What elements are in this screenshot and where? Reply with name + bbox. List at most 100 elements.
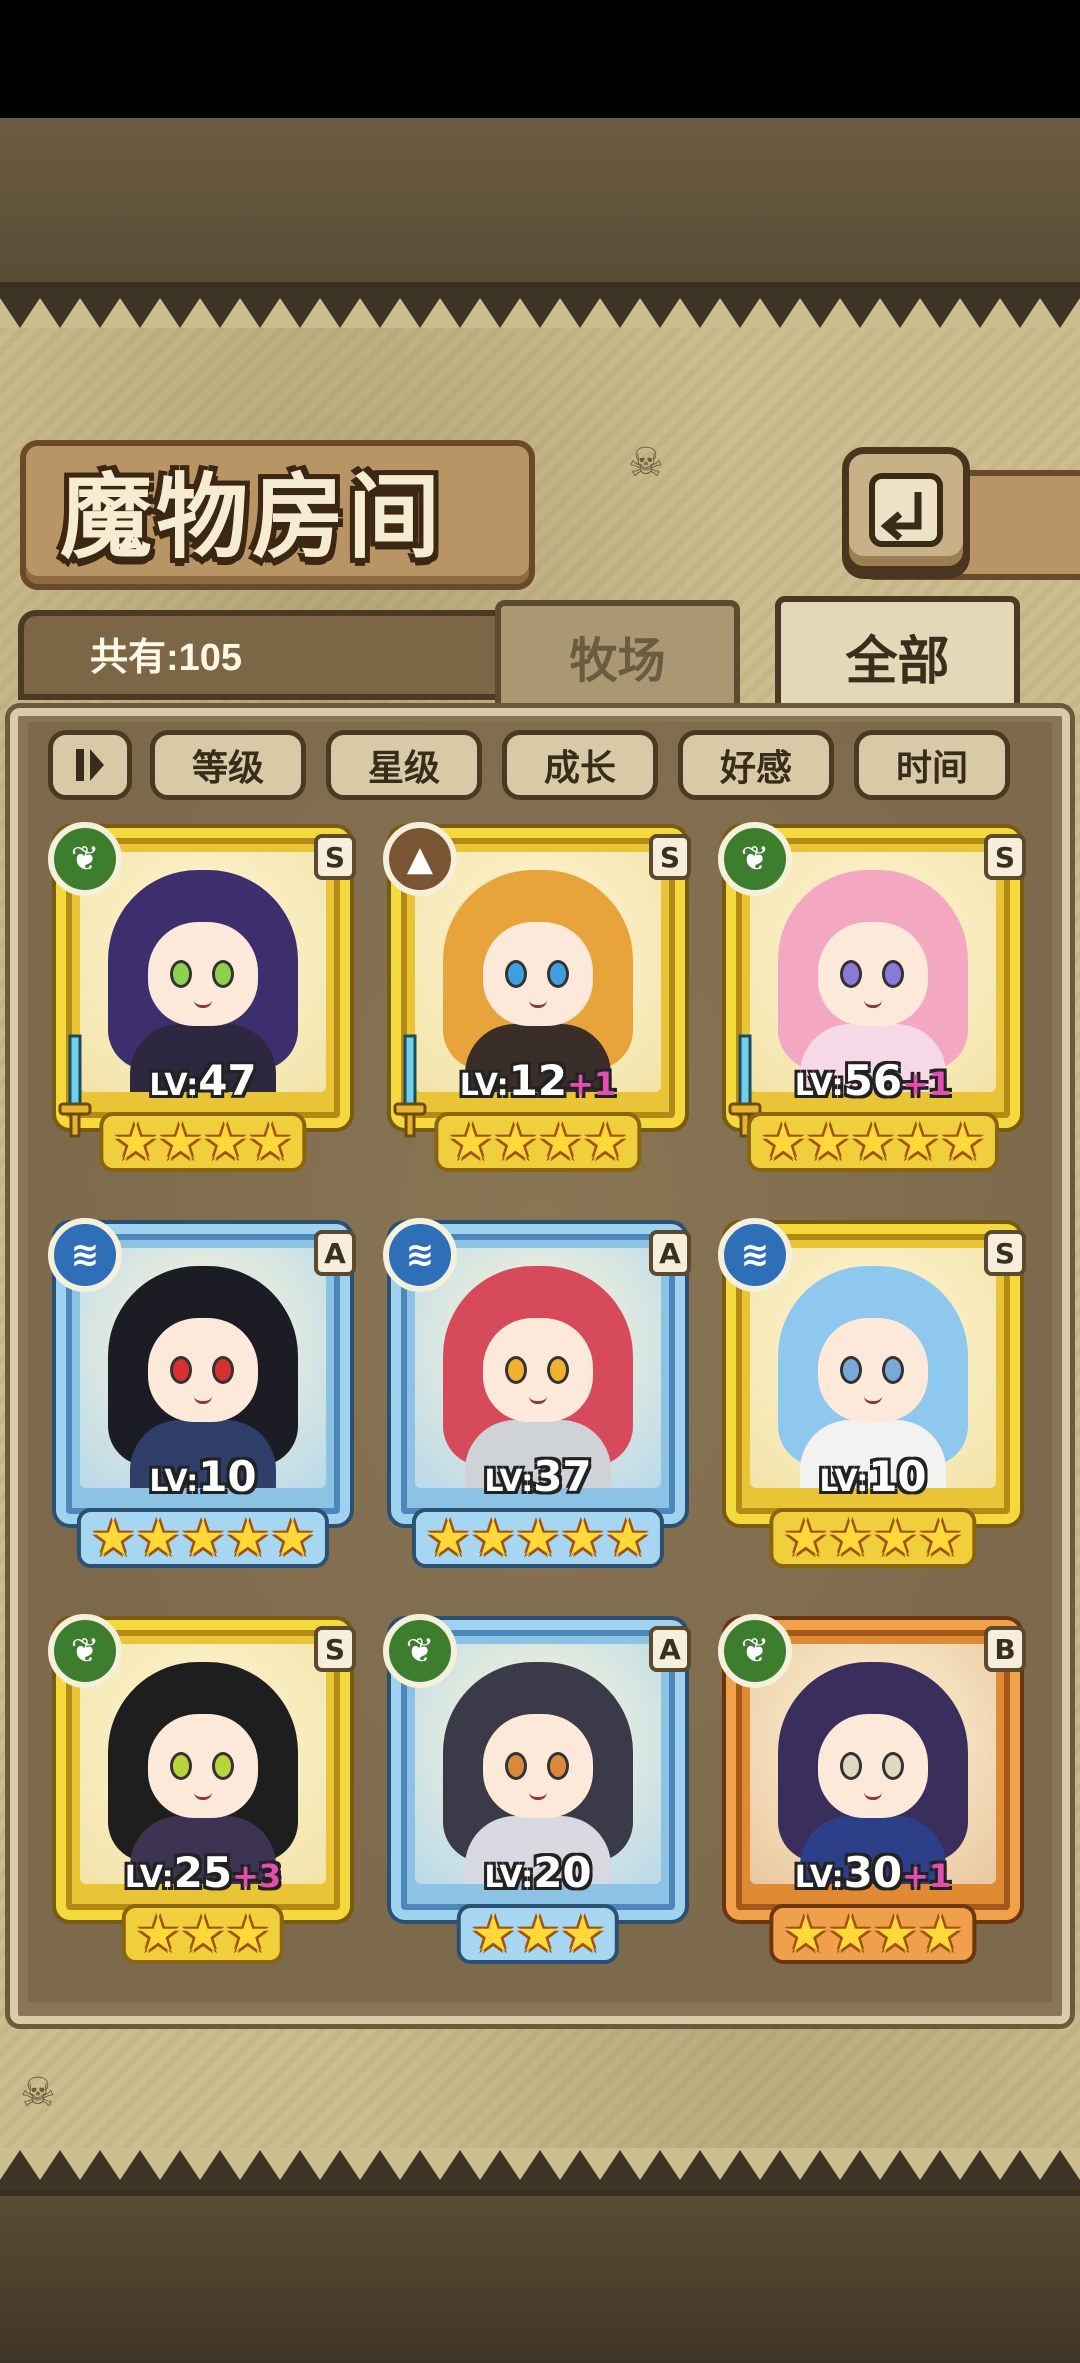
star-icon: ★ bbox=[180, 1509, 226, 1567]
water-icon: ≋ bbox=[718, 1218, 792, 1292]
sort-by-star-button[interactable]: 星级 bbox=[326, 730, 482, 800]
tab-all[interactable]: 全部 bbox=[775, 596, 1020, 716]
level-bonus: +1 bbox=[567, 1065, 617, 1103]
star-icon: ★ bbox=[783, 1905, 829, 1963]
level-label: LV:47 bbox=[68, 1056, 338, 1105]
star-rating: ★ ★ ★ bbox=[456, 1904, 620, 1964]
level-prefix: LV: bbox=[124, 1860, 174, 1895]
star-icon: ★ bbox=[828, 1509, 873, 1567]
level-prefix: LV: bbox=[459, 1068, 509, 1103]
star-icon: ★ bbox=[538, 1113, 583, 1171]
star-icon: ★ bbox=[917, 1509, 963, 1567]
star-icon: ★ bbox=[225, 1905, 271, 1963]
tab-pasture[interactable]: 牧场 bbox=[495, 600, 740, 712]
star-icon: ★ bbox=[270, 1509, 316, 1567]
star-icon: ★ bbox=[515, 1905, 561, 1963]
level-value: 10 bbox=[198, 1452, 257, 1501]
map-skull-icon: ☠ bbox=[20, 2070, 56, 2116]
rank-badge: B bbox=[984, 1626, 1026, 1672]
star-icon: ★ bbox=[760, 1113, 806, 1171]
sort-by-growth-button[interactable]: 成长 bbox=[502, 730, 658, 800]
sort-by-affection-button[interactable]: 好感 bbox=[678, 730, 834, 800]
monster-card[interactable]: ❦ S LV:25+3 ★ ★ ★ bbox=[48, 1614, 358, 1964]
star-icon: ★ bbox=[850, 1113, 896, 1171]
star-icon: ★ bbox=[940, 1113, 986, 1171]
status-bar bbox=[0, 0, 1080, 118]
level-value: 20 bbox=[533, 1848, 592, 1897]
star-icon: ★ bbox=[247, 1113, 293, 1171]
star-icon: ★ bbox=[135, 1509, 181, 1567]
level-prefix: LV: bbox=[149, 1068, 199, 1103]
map-skull-icon: ☠ bbox=[628, 440, 664, 486]
monster-card[interactable]: ❦ A LV:20 ★ ★ ★ bbox=[383, 1614, 693, 1964]
leaf-icon: ❦ bbox=[718, 822, 792, 896]
rock-icon: ▲ bbox=[383, 822, 457, 896]
rank-badge: S bbox=[314, 834, 356, 880]
sort-by-time-button[interactable]: 时间 bbox=[854, 730, 1010, 800]
level-prefix: LV: bbox=[794, 1068, 844, 1103]
monster-card[interactable]: ❦ B LV:30+1 ★ ★ ★ ★ bbox=[718, 1614, 1028, 1964]
star-icon: ★ bbox=[203, 1113, 248, 1171]
sort-order-toggle[interactable] bbox=[48, 730, 132, 800]
rank-badge: A bbox=[314, 1230, 356, 1276]
star-icon: ★ bbox=[873, 1905, 918, 1963]
star-icon: ★ bbox=[805, 1113, 851, 1171]
water-icon: ≋ bbox=[383, 1218, 457, 1292]
monster-card[interactable]: ≋ A LV:10 ★ ★ ★ ★ ★ bbox=[48, 1218, 358, 1568]
rank-badge: S bbox=[314, 1626, 356, 1672]
star-rating: ★ ★ ★ ★ bbox=[434, 1112, 642, 1172]
leaf-icon: ❦ bbox=[383, 1614, 457, 1688]
monster-card[interactable]: ≋ A LV:37 ★ ★ ★ ★ ★ bbox=[383, 1218, 693, 1568]
level-value: 56 bbox=[843, 1056, 903, 1105]
star-icon: ★ bbox=[448, 1113, 494, 1171]
water-icon: ≋ bbox=[48, 1218, 122, 1292]
monster-card[interactable]: ❦ S LV:56+1 ★ ★ ★ ★ ★ bbox=[718, 822, 1028, 1172]
monster-card[interactable]: ≋ S LV:10 ★ ★ ★ ★ bbox=[718, 1218, 1028, 1568]
star-icon: ★ bbox=[158, 1113, 203, 1171]
star-icon: ★ bbox=[90, 1509, 136, 1567]
level-label: LV:10 bbox=[738, 1452, 1008, 1501]
rank-badge: S bbox=[649, 834, 691, 880]
rank-badge: S bbox=[984, 1230, 1026, 1276]
star-icon: ★ bbox=[582, 1113, 628, 1171]
star-icon: ★ bbox=[895, 1113, 941, 1171]
star-rating: ★ ★ ★ ★ bbox=[99, 1112, 307, 1172]
level-bonus: +3 bbox=[232, 1857, 282, 1895]
star-rating: ★ ★ ★ ★ ★ bbox=[411, 1508, 665, 1568]
star-rating: ★ ★ ★ ★ ★ bbox=[76, 1508, 330, 1568]
star-icon: ★ bbox=[470, 1905, 516, 1963]
level-prefix: LV: bbox=[794, 1860, 844, 1895]
monster-card[interactable]: ❦ S LV:47 ★ ★ ★ ★ bbox=[48, 822, 358, 1172]
back-button[interactable] bbox=[842, 447, 970, 573]
star-icon: ★ bbox=[493, 1113, 538, 1171]
star-icon: ★ bbox=[783, 1509, 829, 1567]
background-map-bottom bbox=[0, 2190, 1080, 2363]
level-prefix: LV: bbox=[484, 1464, 534, 1499]
star-icon: ★ bbox=[828, 1905, 873, 1963]
sort-by-level-button[interactable]: 等级 bbox=[150, 730, 306, 800]
sort-order-icon bbox=[76, 749, 104, 781]
star-icon: ★ bbox=[425, 1509, 471, 1567]
level-value: 10 bbox=[868, 1452, 927, 1501]
level-label: LV:12+1 bbox=[403, 1056, 673, 1105]
level-label: LV:25+3 bbox=[68, 1848, 338, 1897]
star-icon: ★ bbox=[135, 1905, 181, 1963]
leaf-icon: ❦ bbox=[48, 822, 122, 896]
leaf-icon: ❦ bbox=[48, 1614, 122, 1688]
star-icon: ★ bbox=[873, 1509, 918, 1567]
star-icon: ★ bbox=[515, 1509, 561, 1567]
star-icon: ★ bbox=[225, 1509, 271, 1567]
star-icon: ★ bbox=[560, 1905, 606, 1963]
page-title: 魔物房间 bbox=[60, 463, 445, 571]
level-value: 25 bbox=[173, 1848, 233, 1897]
level-value: 12 bbox=[508, 1056, 568, 1105]
rank-badge: S bbox=[984, 834, 1026, 880]
level-value: 37 bbox=[533, 1452, 592, 1501]
background-map-top bbox=[0, 118, 1080, 288]
level-bonus: +1 bbox=[902, 1857, 952, 1895]
star-rating: ★ ★ ★ ★ bbox=[769, 1904, 977, 1964]
monster-card[interactable]: ▲ S LV:12+1 ★ ★ ★ ★ bbox=[383, 822, 693, 1172]
panel-bottom-edge bbox=[0, 2150, 1080, 2190]
star-icon: ★ bbox=[113, 1113, 159, 1171]
level-bonus: +1 bbox=[902, 1065, 952, 1103]
